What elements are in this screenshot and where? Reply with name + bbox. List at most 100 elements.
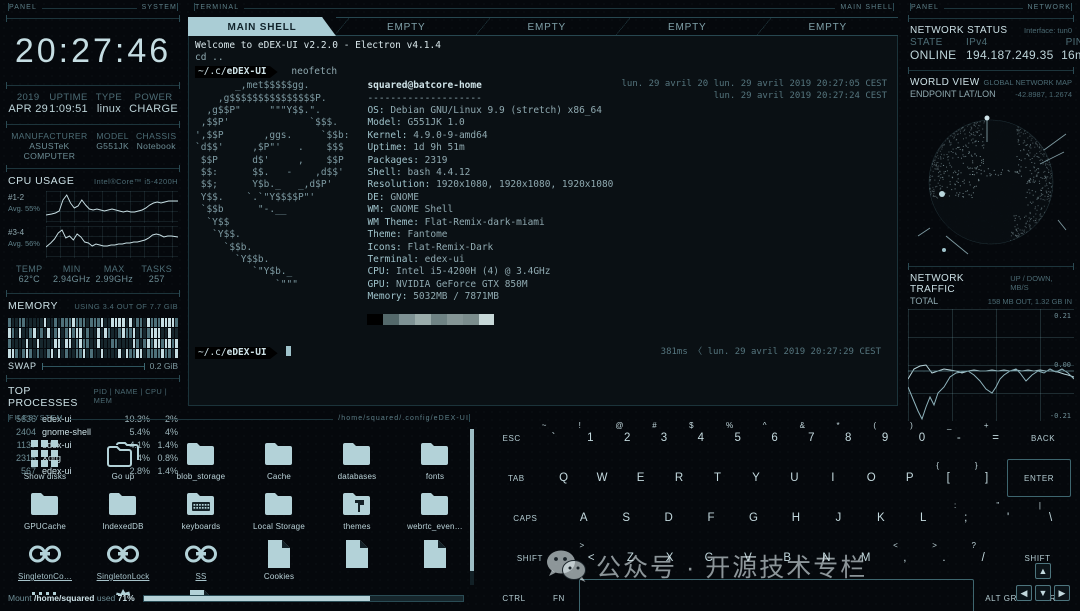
key-back[interactable]: BACK [1015, 419, 1071, 457]
key-ctrl[interactable]: CTRL [489, 579, 539, 611]
key-0[interactable]: ) 0 [905, 419, 940, 457]
key-c[interactable]: C [690, 539, 727, 577]
key-i[interactable]: I [815, 459, 851, 497]
filesystem-item-blob-storage[interactable]: blob_storage [162, 431, 240, 481]
filesystem-item-local-storage[interactable]: Local Storage [240, 481, 318, 531]
terminal-tab-bar[interactable]: MAIN SHELL EMPTY EMPTY EMPTY EMPTY [188, 17, 898, 36]
arrow-key-pad[interactable]: ▲ ◀ ▼ ▶ [1014, 563, 1072, 605]
key-q[interactable]: Q [546, 459, 582, 497]
key-o[interactable]: O [853, 459, 889, 497]
terminal-tab-1[interactable]: EMPTY [336, 17, 477, 36]
filesystem-item-keyboards[interactable]: keyboards [162, 481, 240, 531]
key--[interactable]: | \ [1031, 499, 1071, 537]
key-j[interactable]: J [818, 499, 858, 537]
arrow-down-icon[interactable]: ▼ [1035, 585, 1051, 601]
key-7[interactable]: & 7 [794, 419, 829, 457]
key-enter[interactable]: ENTER [1007, 459, 1071, 497]
key--[interactable]: }] [969, 459, 1005, 497]
key--[interactable]: _ - [942, 419, 977, 457]
filesystem-grid[interactable]: Show disks Go up blob_storage Cache database… [0, 425, 480, 595]
key-f[interactable]: F [691, 499, 731, 537]
memory-cell [22, 318, 25, 327]
key--[interactable]: + = [978, 419, 1013, 457]
filesystem-item[interactable] [396, 531, 474, 581]
key-shift[interactable]: SHIFT [489, 539, 571, 577]
arrow-right-icon[interactable]: ▶ [1054, 585, 1070, 601]
terminal-tab-2[interactable]: EMPTY [477, 17, 618, 36]
key-fn[interactable]: FN [541, 579, 577, 611]
memory-cell [158, 318, 161, 327]
key-y[interactable]: Y [738, 459, 774, 497]
key-b[interactable]: B [769, 539, 806, 577]
memory-cell [104, 349, 107, 358]
key--[interactable]: :; [946, 499, 986, 537]
key--[interactable]: > < [573, 539, 610, 577]
terminal-output[interactable]: Welcome to eDEX-UI v2.2.0 - Electron v4.… [188, 36, 898, 406]
key-s[interactable]: S [606, 499, 646, 537]
key-x[interactable]: X [651, 539, 688, 577]
key-t[interactable]: T [699, 459, 735, 497]
filesystem-item-indexeddb[interactable]: IndexedDB [84, 481, 162, 531]
key-esc[interactable]: ESC [489, 419, 534, 457]
key-label: S [622, 512, 630, 524]
filesystem-item-databases[interactable]: databases [318, 431, 396, 481]
key-a[interactable]: A [564, 499, 604, 537]
key-tab[interactable]: TAB [489, 459, 544, 497]
filesystem-item-fonts[interactable]: fonts [396, 431, 474, 481]
on-screen-keyboard[interactable]: ESC ~ `! 1 @2 #3 $4% 5 ^ 6 & 7 * 8(9) 0 _ - + = BACK TAB Q W E R… [480, 413, 1080, 611]
key-v[interactable]: V [730, 539, 767, 577]
terminal-tab-3[interactable]: EMPTY [617, 17, 758, 36]
filesystem-item-singletonco[interactable]: SingletonCo… [6, 531, 84, 581]
arrow-up-icon[interactable]: ▲ [1035, 563, 1051, 579]
key-2[interactable]: @2 [610, 419, 645, 457]
filesystem-item-ss[interactable]: SS [162, 531, 240, 581]
key-n[interactable]: N [808, 539, 845, 577]
key-5[interactable]: % 5 [721, 419, 756, 457]
key-1[interactable]: ! 1 [573, 419, 608, 457]
key-caps[interactable]: CAPS [489, 499, 562, 537]
filesystem-item-cache[interactable]: Cache [240, 431, 318, 481]
key-w[interactable]: W [584, 459, 620, 497]
key-4[interactable]: $4 [684, 419, 719, 457]
key-l[interactable]: L [903, 499, 943, 537]
key-h[interactable]: H [776, 499, 816, 537]
key--[interactable]: ? / [965, 539, 1002, 577]
key-9[interactable]: (9 [868, 419, 903, 457]
key--[interactable]: ~ ` [536, 419, 571, 457]
terminal-tab-0[interactable]: MAIN SHELL [188, 17, 336, 36]
filesystem-item-gpucache[interactable]: GPUCache [6, 481, 84, 531]
filesystem-item-show-disks[interactable]: Show disks [6, 431, 84, 481]
filesystem-item-singletonlock[interactable]: SingletonLock [84, 531, 162, 581]
key--[interactable]: <, [886, 539, 923, 577]
key-k[interactable]: K [861, 499, 901, 537]
key-z[interactable]: Z [612, 539, 649, 577]
filesystem-item-themes[interactable]: themes [318, 481, 396, 531]
key-e[interactable]: E [623, 459, 659, 497]
key-8[interactable]: * 8 [831, 419, 866, 457]
filesystem-scroll-thumb[interactable] [470, 429, 474, 571]
globe-visualization[interactable] [906, 102, 1076, 262]
key-6[interactable]: ^ 6 [757, 419, 792, 457]
key--[interactable]: " ' [988, 499, 1028, 537]
key-label: O [867, 472, 876, 484]
filesystem-item[interactable] [318, 531, 396, 581]
key-u[interactable]: U [776, 459, 812, 497]
memory-cell [154, 318, 157, 327]
traffic-total-row: TOTAL 158 MB OUT, 1.32 GB IN [902, 296, 1080, 307]
key-p[interactable]: P [892, 459, 928, 497]
filesystem-item-webrtc-even[interactable]: webrtc_even… [396, 481, 474, 531]
filesystem-scrollbar[interactable] [470, 429, 474, 585]
arrow-left-icon[interactable]: ◀ [1016, 585, 1032, 601]
key-d[interactable]: D [649, 499, 689, 537]
key-g[interactable]: G [734, 499, 774, 537]
terminal-tab-4[interactable]: EMPTY [758, 17, 899, 36]
key-3[interactable]: #3 [647, 419, 682, 457]
memory-cell [154, 349, 157, 358]
filesystem-item-cookies[interactable]: Cookies [240, 531, 318, 581]
key--[interactable]: {[ [930, 459, 966, 497]
key-r[interactable]: R [661, 459, 697, 497]
key-space[interactable] [579, 579, 974, 611]
key--[interactable]: >. [926, 539, 963, 577]
key-m[interactable]: M [847, 539, 884, 577]
filesystem-item-go-up[interactable]: Go up [84, 431, 162, 481]
